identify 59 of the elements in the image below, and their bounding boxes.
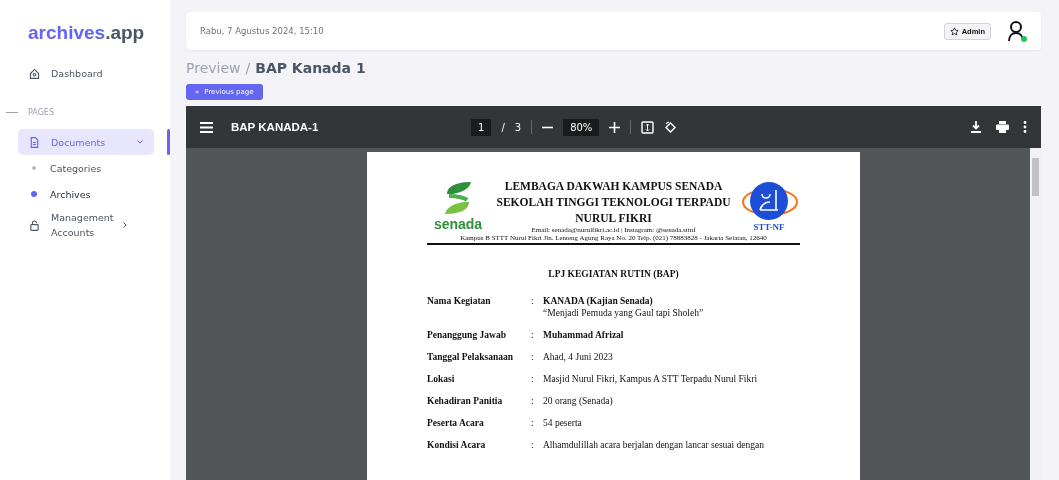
colon: : <box>531 373 535 385</box>
field-label: Kondisi Acara <box>427 439 487 451</box>
colon: : <box>531 295 535 308</box>
chevron-icon <box>136 138 144 146</box>
page-number-field[interactable]: 1 <box>471 118 492 136</box>
field-value: Muhammad Afrizal <box>543 329 625 341</box>
page-separator: / <box>501 121 505 133</box>
breadcrumb-separator: / <box>245 60 251 76</box>
colon: : <box>531 329 535 341</box>
section-label: PAGES <box>28 108 54 117</box>
home-icon <box>28 66 41 80</box>
field-label: Lokasi <box>427 373 456 385</box>
letterhead-line: LEMBAGA DAKWAH KAMPUS SENADA <box>503 179 724 194</box>
colon: : <box>531 351 535 363</box>
lock-icon <box>28 218 41 232</box>
print-icon[interactable] <box>996 121 1009 133</box>
document-title: BAP KANADA-1 <box>231 121 320 133</box>
document-heading: LPJ KEGIATAN RUTIN (BAP) <box>547 269 680 279</box>
logo-text: senada <box>433 216 483 232</box>
colon: : <box>531 417 535 429</box>
page-title: BAP Kanada 1 <box>255 60 366 76</box>
chevron-icon <box>121 221 129 229</box>
field-label: Peserta Acara <box>427 417 485 429</box>
sidebar-subitem[interactable]: Categories <box>0 155 170 181</box>
field-value: Ahad, 4 Juni 2023 <box>543 351 614 363</box>
field-value: 20 orang (Senada) <box>543 395 614 407</box>
colon: : <box>531 439 535 451</box>
field-label: Penanggung Jawab <box>427 329 507 341</box>
field-label: Kehadiran Panitia <box>427 395 504 407</box>
letterhead-line: SEKOLAH TINGGI TEKNOLOGI TERPADU <box>495 195 732 210</box>
sidebar-subitem[interactable]: Archives <box>0 181 170 207</box>
sidebar-item[interactable]: Documents <box>18 129 154 155</box>
download-icon[interactable] <box>970 121 982 133</box>
rotate-icon[interactable] <box>664 120 678 134</box>
field-value: Alhamdulillah acara berjalan dengan lancar sesuai dengan <box>543 439 766 451</box>
scrollbar[interactable] <box>1030 148 1041 480</box>
field-label: Nama Kegiatan <box>427 295 492 308</box>
date-time: Rabu, 7 Agustus 2024, 15:10 <box>200 26 325 36</box>
field-value: KANADA (Kajian Senada) <box>543 295 654 307</box>
zoom-in-icon[interactable] <box>609 121 621 133</box>
menu-icon[interactable] <box>200 121 213 133</box>
fit-page-icon[interactable] <box>641 120 655 134</box>
field-value: 54 peserta <box>543 417 583 429</box>
zoom-field[interactable]: 80% <box>563 118 600 136</box>
file-icon <box>28 135 41 149</box>
more-options-icon[interactable] <box>1023 121 1027 133</box>
letterhead-line: NURUL FIKRI <box>574 211 653 226</box>
field-value: “Menjadi Pemuda yang Gaul tapi Sholeh” <box>543 307 705 319</box>
field-value: Masjid Nurul Fikri, Kampus A STT Terpadu Nurul Fikri <box>543 373 759 385</box>
page-count: 3 <box>514 121 522 133</box>
user-avatar-icon[interactable] <box>1007 20 1027 42</box>
app-logo: archives.app <box>27 22 146 44</box>
colon: : <box>531 395 535 407</box>
field-label: Tanggal Pelaksanaan <box>427 351 514 363</box>
sidebar-item[interactable]: Management Accounts <box>18 207 154 243</box>
sidebar-item[interactable]: Dashboard <box>18 60 154 86</box>
active-indicator <box>167 129 170 155</box>
logo-text: STT-NF <box>753 222 785 232</box>
star-icon <box>949 26 959 36</box>
